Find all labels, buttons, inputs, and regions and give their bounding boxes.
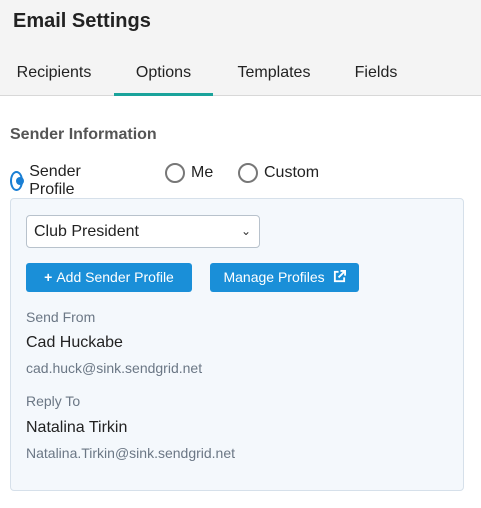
tab-bar: Recipients Options Templates Fields xyxy=(0,58,481,96)
radio-custom-label: Custom xyxy=(264,164,320,181)
sender-information-heading: Sender Information xyxy=(10,126,157,143)
page-title: Email Settings xyxy=(13,10,151,32)
reply-to-name: Natalina Tirkin xyxy=(26,419,128,436)
add-sender-profile-button[interactable]: + Add Sender Profile xyxy=(26,263,192,292)
tab-options[interactable]: Options xyxy=(114,58,213,96)
tab-templates[interactable]: Templates xyxy=(234,58,314,96)
radio-sender-profile-label: Sender Profile xyxy=(29,163,81,198)
radio-me-label: Me xyxy=(191,164,214,181)
radio-unchecked-icon xyxy=(238,163,258,183)
send-from-name: Cad Huckabe xyxy=(26,334,123,351)
radio-sender-profile[interactable]: Sender Profile xyxy=(10,163,88,199)
reply-to-email: Natalina.Tirkin@sink.sendgrid.net xyxy=(26,445,236,461)
radio-me[interactable]: Me xyxy=(165,163,213,183)
radio-checked-icon xyxy=(10,171,25,191)
external-link-icon xyxy=(333,270,346,283)
send-from-label: Send From xyxy=(26,309,96,325)
sender-profile-select[interactable]: Club President ⌄ xyxy=(26,215,260,248)
plus-icon: + xyxy=(44,269,53,285)
header: Email Settings Recipients Options Templa… xyxy=(0,0,481,96)
chevron-down-icon: ⌄ xyxy=(240,224,251,238)
sender-profile-panel: Club President ⌄ + Add Sender Profile Man… xyxy=(10,198,464,491)
tab-fields[interactable]: Fields xyxy=(353,58,399,96)
radio-custom[interactable]: Custom xyxy=(238,163,319,183)
manage-profiles-label: Manage Profiles xyxy=(223,269,325,285)
send-from-email: cad.huck@sink.sendgrid.net xyxy=(26,360,203,376)
reply-to-label: Reply To xyxy=(26,393,81,409)
tab-recipients[interactable]: Recipients xyxy=(14,58,94,96)
add-sender-profile-label: Add Sender Profile xyxy=(56,269,174,285)
manage-profiles-button[interactable]: Manage Profiles xyxy=(210,263,359,292)
sender-profile-select-value: Club President xyxy=(34,223,139,240)
radio-unchecked-icon xyxy=(165,163,185,183)
